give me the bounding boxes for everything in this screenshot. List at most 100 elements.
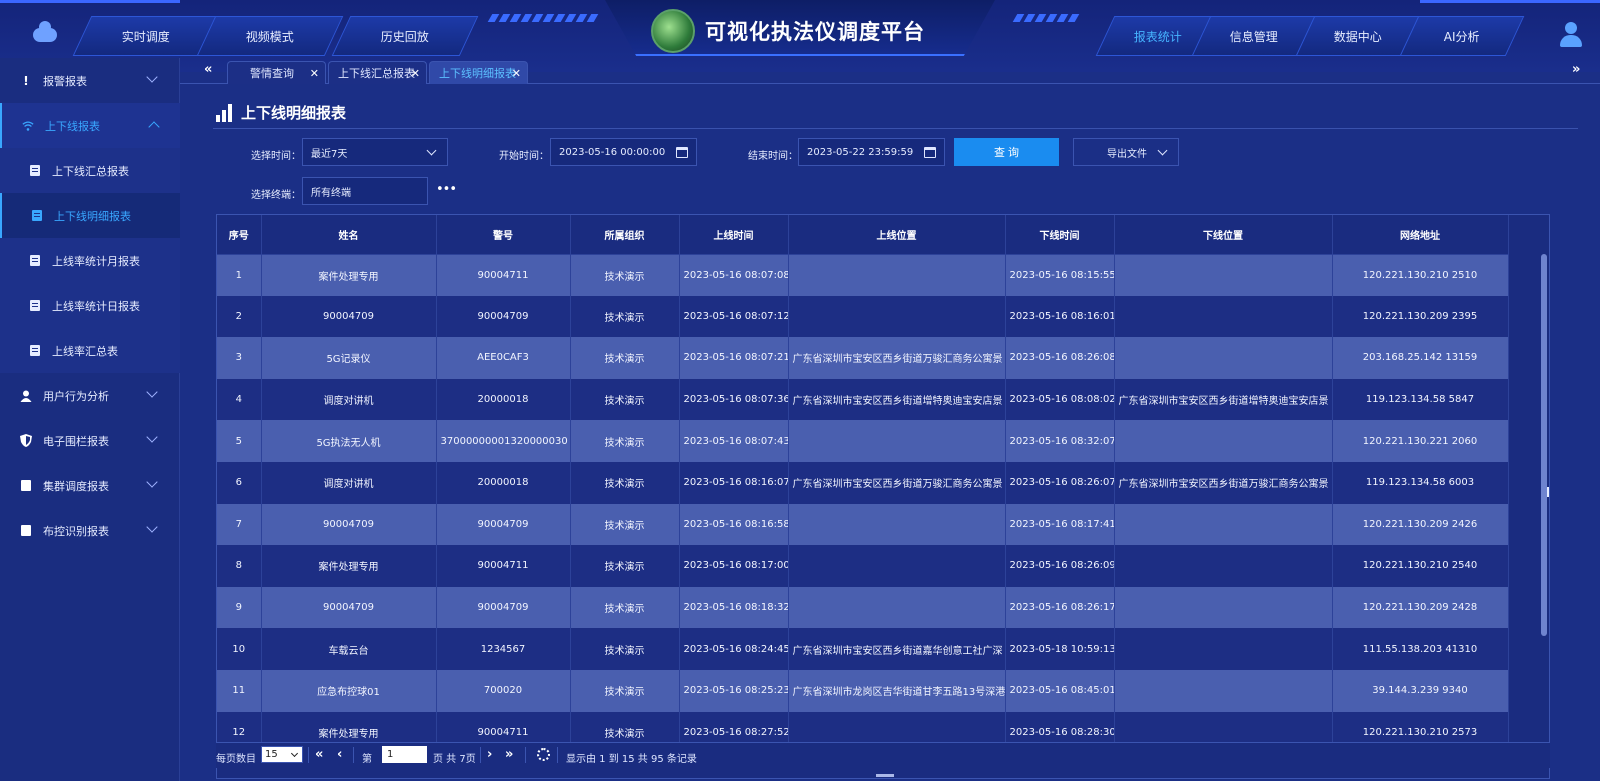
cloud-icon[interactable]: [33, 21, 57, 42]
more-icon[interactable]: •••: [436, 182, 457, 197]
page-number-input[interactable]: 1: [382, 746, 427, 763]
chevron-down-icon: [146, 521, 158, 533]
table-cell: 5G记录仪: [261, 337, 437, 379]
table-row[interactable]: 10 车载云台 1234567 技术演示 2023-05-16 08:24:45 广东省深…: [217, 628, 1509, 670]
table-cell: 2023-05-16 08:32:07: [1005, 420, 1115, 462]
table-row[interactable]: 7 90004709 90004709 技术演示 2023-05-16 08:16:58…: [217, 503, 1509, 546]
terminal-select[interactable]: 所有终端: [302, 177, 428, 205]
table-row[interactable]: 6 调度对讲机 20000018 技术演示 2023-05-16 08:16:07 广东省…: [217, 461, 1509, 504]
table-cell: 37000000001320000030: [436, 420, 571, 462]
sidebar-item-fence[interactable]: 电子围栏报表: [0, 418, 180, 463]
col-header[interactable]: 下线时间: [1005, 215, 1115, 255]
vertical-scrollbar[interactable]: [1541, 254, 1547, 636]
tab-online-summary[interactable]: 上下线汇总报表 ✕: [328, 61, 427, 84]
close-icon[interactable]: ✕: [310, 67, 319, 80]
refresh-icon[interactable]: [537, 748, 550, 761]
per-page-select[interactable]: 15: [261, 746, 303, 763]
calendar-icon: [924, 147, 936, 158]
nav-tab-realtime[interactable]: 实时调度: [72, 16, 220, 56]
col-header[interactable]: 序号: [217, 215, 262, 255]
sidebar-sub-daily[interactable]: 上线率统计日报表: [0, 283, 180, 328]
table-row[interactable]: 11 应急布控球01 700020 技术演示 2023-05-16 08:25:23 广东…: [217, 669, 1509, 712]
table-row[interactable]: 9 90004709 90004709 技术演示 2023-05-16 08:18:32…: [217, 586, 1509, 629]
table-row[interactable]: 8 案件处理专用 90004711 技术演示 2023-05-16 08:17:00 20…: [217, 545, 1509, 587]
next-page-button[interactable]: ›: [487, 747, 492, 762]
page-tab-strip: « 警情查询 ✕ 上下线汇总报表 ✕ 上下线明细报表 ✕ »: [180, 58, 1600, 84]
table-cell: 5: [217, 420, 262, 462]
table-cell: 120.221.130.210 2540: [1332, 545, 1509, 587]
sidebar-item-online[interactable]: 上下线报表: [0, 103, 180, 148]
table-cell: 20000018: [436, 378, 571, 421]
time-range-label: 选择时间：: [251, 151, 301, 162]
divider: [308, 747, 309, 763]
table-cell: 90004711: [436, 254, 571, 296]
table-cell: 案件处理专用: [261, 254, 437, 296]
sidebar-sub-monthly[interactable]: 上线率统计月报表: [0, 238, 180, 283]
resize-handle[interactable]: [876, 774, 894, 777]
pagination: 每页数目 15 « ‹ 第 1 页 共 7页 › » 显示由 1 到 15 共 …: [216, 742, 1550, 768]
nav-tab-video[interactable]: 视频模式: [196, 16, 344, 56]
col-header[interactable]: 网络地址: [1332, 215, 1509, 255]
user-icon[interactable]: [1558, 22, 1584, 48]
time-range-select[interactable]: 最近7天: [302, 138, 448, 166]
sidebar-item-alarm[interactable]: ! 报警报表: [0, 58, 180, 103]
export-button[interactable]: 导出文件: [1073, 138, 1179, 166]
nav-tab-ai[interactable]: AI分析: [1399, 16, 1525, 56]
sidebar-sub-detail[interactable]: 上下线明细报表: [0, 193, 180, 238]
report-icon: [20, 525, 32, 537]
table-cell: [788, 503, 1006, 546]
end-time-input[interactable]: 2023-05-22 23:59:59: [798, 138, 945, 166]
table-cell: 技术演示: [570, 503, 680, 546]
report-icon: [20, 480, 32, 492]
col-header[interactable]: 姓名: [261, 215, 437, 255]
table-cell: [1114, 503, 1333, 546]
table-header: 序号 姓名 警号 所属组织 上线时间 上线位置 下线时间 下线位置 网络地址: [217, 215, 1509, 255]
col-header[interactable]: 下线位置: [1114, 215, 1333, 255]
table-row[interactable]: 4 调度对讲机 20000018 技术演示 2023-05-16 08:07:36 广东省…: [217, 378, 1509, 421]
scrollbar-thumb[interactable]: [1547, 487, 1549, 497]
chevron-down-icon: [146, 476, 158, 488]
tab-online-detail[interactable]: 上下线明细报表 ✕: [429, 61, 528, 84]
decor-stripes-left: [487, 14, 599, 22]
calendar-icon: [676, 147, 688, 158]
table-row[interactable]: 3 5G记录仪 AEE0CAF3 技术演示 2023-05-16 08:07:21 广东省…: [217, 337, 1509, 379]
sidebar-item-behavior[interactable]: 用户行为分析: [0, 373, 180, 418]
nav-tab-history[interactable]: 历史回放: [331, 16, 479, 56]
sidebar-sub-rate-summary[interactable]: 上线率汇总表: [0, 328, 180, 373]
chevron-down-icon: [146, 431, 158, 443]
table-cell: 90004709: [436, 503, 571, 546]
query-button[interactable]: 查 询: [954, 138, 1059, 166]
table-cell: 2023-05-16 08:15:55: [1005, 254, 1115, 296]
tabs-prev-button[interactable]: «: [204, 62, 212, 77]
table-cell: 2023-05-16 08:17:00: [679, 545, 789, 587]
table-row[interactable]: 5 5G执法无人机 37000000001320000030 技术演示 2023-05-…: [217, 420, 1509, 462]
close-icon[interactable]: ✕: [411, 67, 420, 80]
table-row[interactable]: 1 案件处理专用 90004711 技术演示 2023-05-16 08:07:08 20…: [217, 254, 1509, 296]
tab-alarm-query[interactable]: 警情查询 ✕: [227, 61, 326, 84]
table-cell: 调度对讲机: [261, 461, 437, 504]
col-header[interactable]: 所属组织: [570, 215, 680, 255]
table-cell: 203.168.25.142 13159: [1332, 337, 1509, 379]
table-row[interactable]: 2 90004709 90004709 技术演示 2023-05-16 08:07:12…: [217, 295, 1509, 338]
first-page-button[interactable]: «: [315, 747, 323, 762]
divider: [353, 747, 354, 763]
table-cell: [788, 420, 1006, 462]
col-header[interactable]: 上线位置: [788, 215, 1006, 255]
chevron-down-icon: [146, 386, 158, 398]
col-header[interactable]: 上线时间: [679, 215, 789, 255]
tabs-next-button[interactable]: »: [1572, 62, 1580, 77]
table-cell: 技术演示: [570, 669, 680, 712]
table-cell: 120.221.130.209 2428: [1332, 586, 1509, 629]
table-cell: 技术演示: [570, 254, 680, 296]
last-page-button[interactable]: »: [505, 747, 513, 762]
table-cell: 20000018: [436, 461, 571, 504]
sidebar-sub-summary[interactable]: 上下线汇总报表: [0, 148, 180, 193]
close-icon[interactable]: ✕: [512, 67, 521, 80]
table-cell: [1114, 669, 1333, 712]
table-cell: 5G执法无人机: [261, 420, 437, 462]
prev-page-button[interactable]: ‹: [337, 747, 342, 762]
col-header[interactable]: 警号: [436, 215, 571, 255]
sidebar-item-recognition[interactable]: 布控识别报表: [0, 508, 180, 553]
sidebar-item-cluster[interactable]: 集群调度报表: [0, 463, 180, 508]
start-time-input[interactable]: 2023-05-16 00:00:00: [550, 138, 697, 166]
